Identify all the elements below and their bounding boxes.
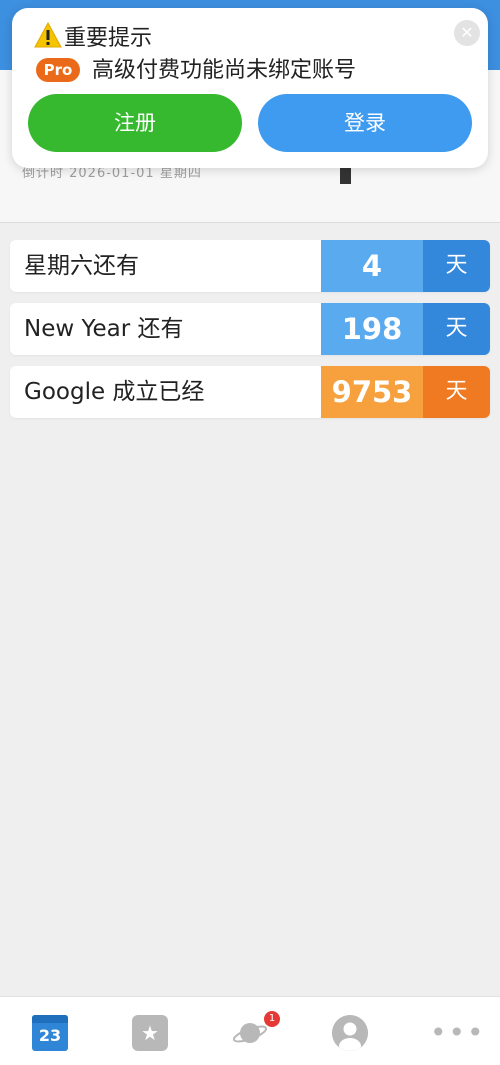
pro-badge: Pro bbox=[36, 58, 80, 82]
login-button[interactable]: 登录 bbox=[258, 94, 472, 152]
calendar-day: 23 bbox=[38, 1026, 62, 1045]
countdown-unit: 天 bbox=[423, 366, 490, 418]
register-button[interactable]: 注册 bbox=[28, 94, 242, 152]
countdown-row[interactable]: New Year 还有 198 天 bbox=[10, 303, 490, 355]
warning-icon bbox=[34, 22, 62, 48]
countdown-row[interactable]: 星期六还有 4 天 bbox=[10, 240, 490, 292]
countdown-unit: 天 bbox=[423, 303, 490, 355]
countdown-label: Google 成立已经 bbox=[24, 379, 205, 405]
countdown-row[interactable]: Google 成立已经 9753 天 bbox=[10, 366, 490, 418]
hero-marker bbox=[340, 166, 351, 184]
countdown-days: 4 bbox=[321, 240, 423, 292]
bottom-tab-bar: 23 ★ 1 ••• bbox=[0, 996, 500, 1065]
notice-popup: 重要提示 Pro 高级付费功能尚未绑定账号 ✕ 注册 登录 bbox=[12, 8, 488, 168]
calendar-icon[interactable]: 23 bbox=[32, 1015, 68, 1051]
notification-badge: 1 bbox=[264, 1011, 280, 1027]
countdown-unit: 天 bbox=[423, 240, 490, 292]
notice-message: 高级付费功能尚未绑定账号 bbox=[92, 58, 357, 83]
countdown-label: New Year 还有 bbox=[24, 316, 184, 342]
planet-icon[interactable] bbox=[232, 1015, 268, 1051]
countdown-label: 星期六还有 bbox=[24, 253, 139, 279]
close-icon[interactable]: ✕ bbox=[454, 20, 480, 46]
profile-icon[interactable] bbox=[332, 1015, 368, 1051]
more-icon[interactable]: ••• bbox=[430, 1015, 484, 1051]
notice-title: 重要提示 bbox=[64, 26, 153, 51]
countdown-days: 198 bbox=[321, 303, 423, 355]
countdown-days: 9753 bbox=[321, 366, 423, 418]
favorite-icon[interactable]: ★ bbox=[132, 1015, 168, 1051]
